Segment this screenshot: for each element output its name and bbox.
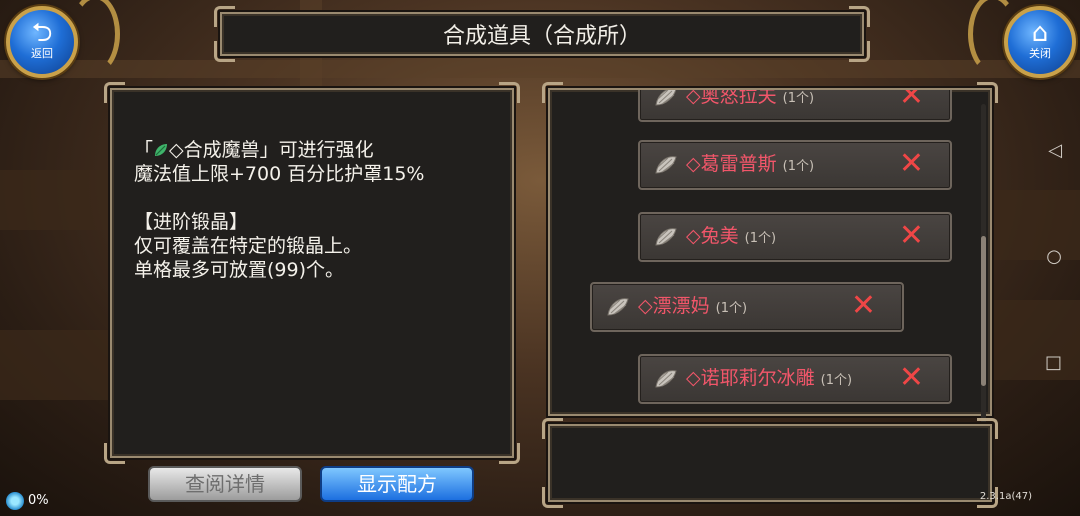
lower-panel — [542, 418, 998, 508]
shell-crystal-icon — [655, 156, 677, 174]
item-name: ◇诺耶莉尔冰雕 — [686, 367, 815, 389]
item-name: ◇兔美 — [686, 225, 739, 247]
item-count: (1个) — [744, 231, 777, 246]
description-heading: 【进阶锻晶】 — [134, 211, 249, 233]
shell-crystal-icon — [655, 90, 677, 106]
home-icon: ⌂ — [1031, 18, 1049, 48]
close-button[interactable]: ⌂ 关闭 — [1004, 6, 1076, 78]
page-title: 合成道具（合成所） — [442, 24, 641, 49]
list-item[interactable]: ◇葛雷普斯 (1个) ✕ — [638, 140, 952, 190]
shell-crystal-icon — [607, 298, 629, 316]
description-text: 魔法值上限+700 百分比护罩15% — [134, 163, 425, 185]
item-count: (1个) — [715, 301, 748, 316]
back-button[interactable]: ⮌ 返回 — [6, 6, 78, 78]
android-back-icon[interactable]: ◁ — [1048, 140, 1062, 161]
item-description: 「 ◇合成魔兽」可进行强化 魔法值上限+700 百分比护罩15% 【进阶锻晶】 仅… — [134, 138, 424, 282]
back-button-label: 返回 — [31, 47, 53, 60]
item-list: ◇奥怒拉夫 (1个) ✕ ◇葛雷普斯 (1个) ✕ ◇兔美 (1个) ✕ ◇诺耶莉尔冰… — [550, 90, 976, 414]
remove-x-icon[interactable]: ✕ — [899, 148, 924, 180]
view-details-button[interactable]: 查阅详情 — [148, 466, 302, 502]
progress-text: 0% — [28, 493, 49, 508]
loading-icon — [6, 492, 24, 510]
shell-crystal-icon — [655, 228, 677, 246]
list-item[interactable]: ◇奥怒拉夫 (1个) ✕ — [638, 90, 952, 122]
item-list-panel[interactable]: ◇奥怒拉夫 (1个) ✕ ◇葛雷普斯 (1个) ✕ ◇兔美 (1个) ✕ ◇诺耶莉尔冰… — [542, 82, 998, 484]
description-text: 」可进行强化 — [259, 139, 374, 161]
item-count: (1个) — [782, 91, 815, 106]
android-recents-icon[interactable]: □ — [1045, 352, 1062, 373]
android-home-icon[interactable]: ○ — [1046, 246, 1062, 267]
remove-x-icon[interactable]: ✕ — [899, 362, 924, 394]
item-count: (1个) — [820, 373, 853, 388]
return-arrow-icon: ⮌ — [31, 18, 53, 48]
item-name-text: ◇合成魔兽 — [169, 139, 260, 161]
item-name: ◇奥怒拉夫 — [686, 90, 777, 107]
shell-crystal-icon — [655, 370, 677, 388]
bracket-open: 「 — [134, 139, 154, 161]
item-name: ◇漂漂妈 — [638, 295, 710, 317]
description-text: 单格最多可放置(99)个。 — [134, 259, 345, 281]
remove-x-icon[interactable]: ✕ — [851, 290, 876, 322]
item-count: (1个) — [782, 159, 815, 174]
version-text: 2.3.1a(47) — [979, 491, 1032, 502]
title-bar: 合成道具（合成所） — [214, 6, 870, 62]
description-panel: 「 ◇合成魔兽」可进行强化 魔法值上限+700 百分比护罩15% 【进阶锻晶】 仅… — [104, 82, 520, 464]
remove-x-icon[interactable]: ✕ — [899, 220, 924, 252]
list-item-dragging[interactable]: ◇漂漂妈 (1个) ✕ — [590, 282, 904, 332]
scroll-thumb[interactable] — [981, 236, 986, 386]
description-text: 仅可覆盖在特定的锻晶上。 — [134, 235, 363, 257]
close-button-label: 关闭 — [1029, 47, 1051, 60]
item-name: ◇葛雷普斯 — [686, 153, 777, 175]
remove-x-icon[interactable]: ✕ — [899, 90, 924, 112]
leaf-icon — [155, 144, 168, 156]
list-item[interactable]: ◇兔美 (1个) ✕ — [638, 212, 952, 262]
show-recipe-button[interactable]: 显示配方 — [320, 466, 474, 502]
list-item[interactable]: ◇诺耶莉尔冰雕 (1个) ✕ — [638, 354, 952, 404]
